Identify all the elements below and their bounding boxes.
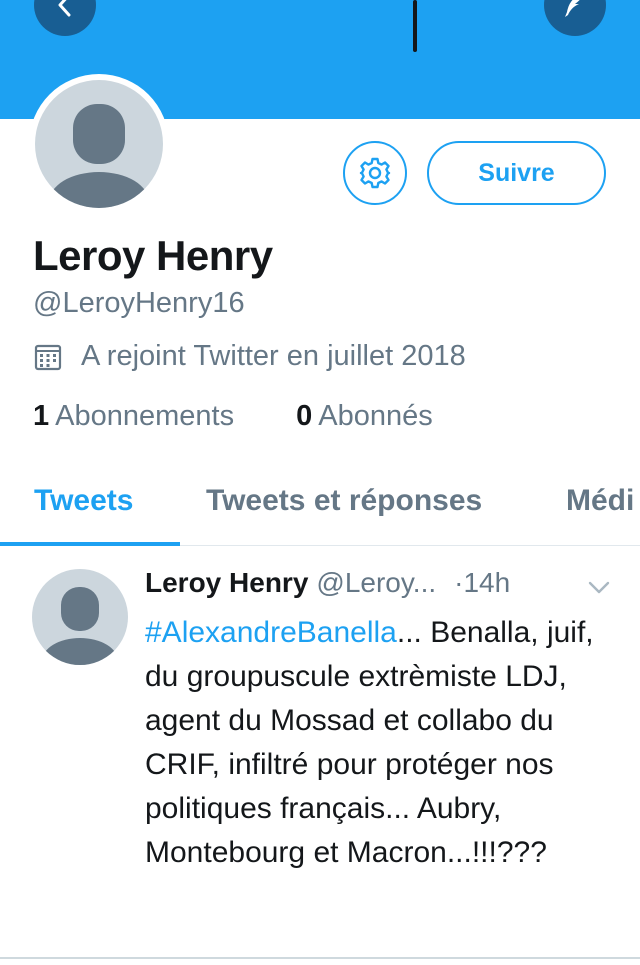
default-avatar-icon <box>49 104 149 208</box>
tab-media[interactable]: Médi <box>566 484 634 518</box>
follow-stats: 1 Abonnements 0 Abonnés <box>33 400 433 433</box>
joined-date: A rejoint Twitter en juillet 2018 <box>33 340 466 373</box>
tweet-avatar[interactable] <box>32 569 128 665</box>
following-label: Abonnements <box>55 400 235 432</box>
tab-tweets[interactable]: Tweets <box>34 484 133 518</box>
settings-button[interactable] <box>343 141 407 205</box>
profile-tabs: Tweets Tweets et réponses Médi <box>0 458 640 546</box>
following-link[interactable]: 1 Abonnements <box>33 400 234 433</box>
divider <box>0 957 640 959</box>
calendar-icon <box>34 344 62 370</box>
default-avatar-icon <box>42 587 118 665</box>
profile-handle: @LeroyHenry16 <box>33 287 245 319</box>
profile-name: Leroy Henry <box>33 232 273 279</box>
profile-avatar[interactable] <box>29 74 169 214</box>
following-count: 1 <box>33 400 50 432</box>
tab-tweets-replies[interactable]: Tweets et réponses <box>206 484 482 518</box>
active-tab-indicator <box>0 542 180 546</box>
compose-button[interactable] <box>544 0 606 36</box>
joined-text: A rejoint Twitter en juillet 2018 <box>81 340 466 372</box>
tweet-header: Leroy Henry @Leroy... ·14h <box>145 567 510 599</box>
chevron-left-icon <box>58 0 71 17</box>
tweet-text: #AlexandreBanella... Benalla, juif, du g… <box>145 611 615 875</box>
text-cursor-mark <box>413 0 417 52</box>
tweet-time: ·14h <box>454 567 511 598</box>
back-button[interactable] <box>34 0 96 36</box>
followers-label: Abonnés <box>318 400 433 432</box>
tweet-body-text: ... Benalla, juif, du groupuscule extrèm… <box>145 616 594 869</box>
chevron-down-icon[interactable] <box>588 581 610 595</box>
tweet-author-name[interactable]: Leroy Henry <box>145 567 308 599</box>
feather-icon <box>565 0 580 17</box>
tweet[interactable]: Leroy Henry @Leroy... ·14h #AlexandreBan… <box>0 547 640 965</box>
followers-count: 0 <box>296 400 313 432</box>
tweet-author-handle[interactable]: @Leroy... <box>316 567 436 599</box>
gear-icon <box>359 157 391 189</box>
follow-button[interactable]: Suivre <box>427 141 606 205</box>
followers-link[interactable]: 0 Abonnés <box>296 400 433 433</box>
tweet-hashtag[interactable]: #AlexandreBanella <box>145 616 397 649</box>
